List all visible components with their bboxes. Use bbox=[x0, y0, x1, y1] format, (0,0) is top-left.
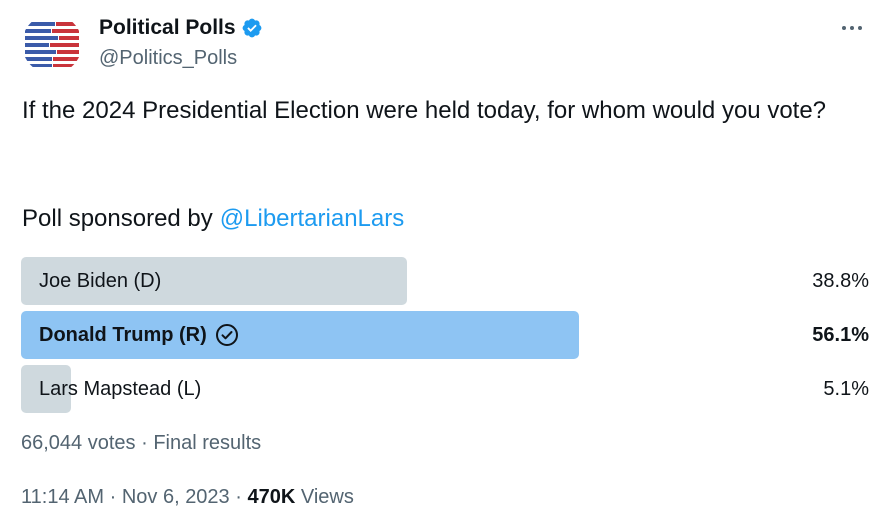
verified-badge-icon bbox=[242, 18, 261, 38]
separator: · bbox=[141, 432, 148, 454]
account-handle[interactable]: @Politics_Polls bbox=[99, 47, 237, 70]
poll-option-label: Joe Biden (D) bbox=[39, 257, 161, 305]
sponsor-prefix: Poll sponsored by bbox=[22, 205, 213, 232]
poll-option-text: Lars Mapstead (L) bbox=[39, 378, 202, 400]
poll-option: Joe Biden (D) 38.8% bbox=[21, 257, 869, 305]
poll-option: Donald Trump (R) 56.1% bbox=[21, 311, 869, 359]
sponsor-line: Poll sponsored by @LibertarianLars bbox=[22, 202, 404, 236]
poll-option-label: Donald Trump (R) bbox=[39, 311, 239, 359]
separator: · bbox=[235, 486, 242, 508]
poll-summary: 66,044 votes · Final results bbox=[21, 432, 261, 455]
separator: · bbox=[109, 486, 117, 508]
check-circle-icon bbox=[215, 324, 238, 346]
views-count: 470K bbox=[247, 486, 296, 508]
avatar[interactable] bbox=[22, 14, 82, 74]
tweet-date[interactable]: Nov 6, 2023 bbox=[122, 486, 230, 508]
tweet-text: If the 2024 Presidential Election were h… bbox=[22, 97, 827, 124]
tweet-header: Political Polls @Politics_Polls bbox=[22, 14, 874, 76]
poll-vote-count: 66,044 votes bbox=[21, 432, 136, 454]
poll: Joe Biden (D) 38.8% Donald Trump (R) 56.… bbox=[21, 257, 869, 419]
account-name-row: Political Polls bbox=[99, 16, 263, 40]
views-label: Views bbox=[300, 486, 354, 508]
poll-option-percent: 38.8% bbox=[812, 270, 869, 292]
poll-status: Final results bbox=[153, 432, 262, 454]
poll-option-text: Donald Trump (R) bbox=[39, 324, 207, 346]
poll-option-text: Joe Biden (D) bbox=[39, 270, 162, 292]
poll-option-percent: 5.1% bbox=[823, 378, 869, 400]
tweet-meta: 11:14 AM · Nov 6, 2023 · 470K Views bbox=[21, 486, 354, 509]
more-options-icon[interactable] bbox=[838, 18, 866, 38]
account-name[interactable]: Political Polls bbox=[99, 16, 236, 40]
tweet-time[interactable]: 11:14 AM bbox=[21, 486, 104, 508]
us-flag-stripes-icon bbox=[22, 14, 82, 74]
poll-option: Lars Mapstead (L) 5.1% bbox=[21, 365, 869, 413]
poll-option-label: Lars Mapstead (L) bbox=[39, 365, 201, 413]
poll-option-percent: 56.1% bbox=[812, 324, 869, 346]
sponsor-mention-link[interactable]: @LibertarianLars bbox=[220, 205, 404, 232]
